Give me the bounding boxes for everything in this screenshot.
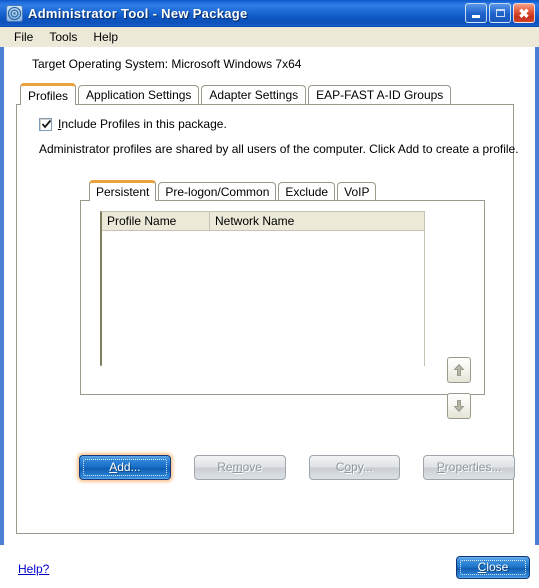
properties-button-rest: roperties...: [444, 460, 502, 474]
include-profiles-row[interactable]: Include Profiles in this package.: [39, 117, 227, 131]
close-button[interactable]: Close: [456, 556, 530, 579]
add-button[interactable]: Add...: [79, 455, 171, 480]
minimize-button[interactable]: [465, 3, 487, 23]
tab-profiles[interactable]: Profiles: [20, 83, 77, 105]
include-profiles-text: nclude Profiles in this package.: [61, 117, 227, 131]
include-profiles-checkbox[interactable]: [39, 117, 52, 131]
profiles-list-header: Profile Name Network Name: [102, 212, 424, 231]
order-buttons: [447, 357, 471, 419]
profiles-group: Persistent Pre-logon/Common Exclude VoIP…: [80, 180, 485, 395]
profile-action-buttons: Add... Remove Copy... Properties...: [17, 455, 515, 480]
column-header-profile-name[interactable]: Profile Name: [102, 212, 210, 230]
maximize-icon: [495, 9, 505, 17]
tab-voip[interactable]: VoIP: [337, 182, 377, 200]
profiles-tab-panel: Include Profiles in this package. Admini…: [16, 104, 519, 534]
main-tab-strip: Profiles Application Settings Adapter Se…: [20, 83, 453, 105]
window-controls: ✖: [465, 3, 535, 23]
wireless-signal-icon: [6, 4, 23, 22]
profiles-list-body[interactable]: [102, 231, 424, 366]
move-down-button[interactable]: [447, 393, 471, 419]
maximize-button[interactable]: [489, 3, 511, 23]
tab-persistent[interactable]: Persistent: [89, 180, 157, 201]
include-profiles-label: Include Profiles in this package.: [58, 117, 227, 131]
tab-pre-logon-common[interactable]: Pre-logon/Common: [158, 182, 277, 200]
client-area: Target Operating System: Microsoft Windo…: [4, 47, 535, 588]
target-os-label: Target Operating System: Microsoft Windo…: [32, 57, 302, 71]
remove-button-accel: m: [232, 460, 243, 474]
title-bar: Administrator Tool - New Package ✖: [0, 0, 539, 27]
focus-ring: [460, 560, 526, 575]
profile-type-tab-strip: Persistent Pre-logon/Common Exclude VoIP: [89, 180, 378, 201]
remove-button[interactable]: Remove: [193, 455, 286, 480]
copy-button-rest: py...: [351, 460, 373, 474]
persistent-tab-panel: Profile Name Network Name: [80, 200, 485, 395]
tab-application-settings[interactable]: Application Settings: [78, 85, 200, 104]
menu-item-file[interactable]: File: [6, 28, 41, 46]
column-header-network-name[interactable]: Network Name: [210, 212, 424, 230]
close-window-button[interactable]: ✖: [513, 3, 535, 23]
tab-eap-fast-aid-groups[interactable]: EAP-FAST A-ID Groups: [308, 85, 452, 104]
menu-bar: File Tools Help: [0, 27, 539, 47]
focus-ring: [83, 459, 167, 476]
move-up-button[interactable]: [447, 357, 471, 383]
tab-exclude[interactable]: Exclude: [278, 182, 336, 200]
checkmark-icon: [41, 119, 52, 128]
arrow-up-icon: [453, 363, 465, 376]
properties-button-accel: P: [436, 460, 445, 474]
close-icon: ✖: [518, 5, 530, 21]
profiles-list[interactable]: Profile Name Network Name: [100, 211, 425, 366]
properties-button[interactable]: Properties...: [423, 455, 515, 480]
tab-adapter-settings[interactable]: Adapter Settings: [201, 85, 307, 104]
help-link[interactable]: Help?: [18, 562, 49, 576]
minimize-icon: [472, 15, 480, 18]
remove-button-pre: Re: [217, 460, 233, 474]
menu-item-tools[interactable]: Tools: [41, 28, 85, 46]
copy-button[interactable]: Copy...: [308, 455, 401, 480]
remove-button-rest: ove: [242, 460, 262, 474]
application-window: Administrator Tool - New Package ✖ File …: [0, 0, 539, 588]
window-title: Administrator Tool - New Package: [28, 5, 248, 21]
arrow-down-icon: [453, 400, 465, 413]
profiles-description: Administrator profiles are shared by all…: [39, 142, 519, 156]
menu-item-help[interactable]: Help: [85, 28, 126, 46]
